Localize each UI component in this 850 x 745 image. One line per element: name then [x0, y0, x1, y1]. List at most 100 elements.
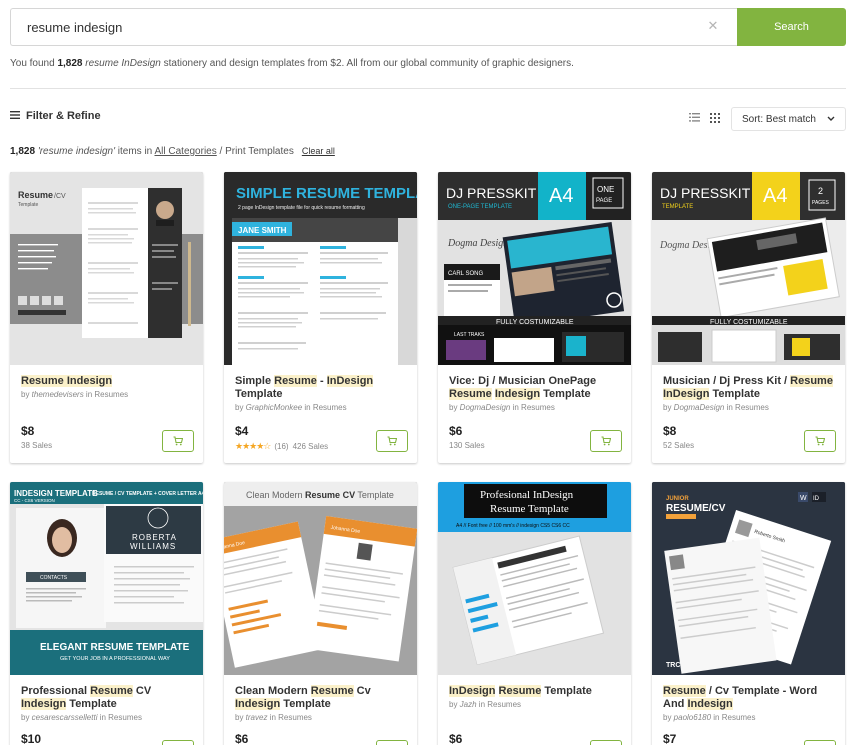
author-link[interactable]: cesarescarsselletti — [32, 713, 98, 722]
title-part: Vice: Dj / Musician OnePage — [449, 375, 597, 387]
sort-select[interactable]: Sort: Best match — [731, 107, 846, 131]
category-link[interactable]: Resumes — [278, 713, 312, 722]
product-title[interactable]: Musician / Dj Press Kit / Resume InDesig… — [663, 375, 834, 401]
category-link[interactable]: Resumes — [487, 700, 521, 709]
clear-all-link[interactable]: Clear all — [302, 146, 335, 156]
add-to-cart-button[interactable] — [376, 740, 408, 745]
product-thumbnail[interactable]: INDESIGN TEMPLATE RESUME / CV TEMPLATE +… — [10, 482, 203, 675]
by-label: by — [21, 713, 32, 722]
product-card[interactable]: DJ PRESSKIT ONE-PAGE TEMPLATE A4 ONE PAG… — [438, 172, 631, 463]
product-byline: by GraphicMonkee in Resumes — [235, 403, 406, 412]
add-to-cart-button[interactable] — [162, 430, 194, 452]
product-title[interactable]: Resume / Cv Template - Word And Indesign — [663, 685, 834, 711]
product-card[interactable]: SIMPLE RESUME TEMPLATE 2 page InDesign t… — [224, 172, 417, 463]
svg-text:TRC: TRC — [666, 662, 680, 669]
svg-text:LAST TRAKS: LAST TRAKS — [454, 332, 485, 338]
svg-text:CARL SONG: CARL SONG — [448, 271, 483, 277]
category-link[interactable]: Resumes — [735, 403, 769, 412]
grid-view-icon[interactable] — [710, 113, 721, 124]
author-link[interactable]: Jazh — [460, 700, 477, 709]
add-to-cart-button[interactable] — [804, 430, 836, 452]
category-link[interactable]: Resumes — [313, 403, 347, 412]
product-title[interactable]: Simple Resume - InDesign Template — [235, 375, 406, 401]
product-thumbnail[interactable]: JUNIOR RESUME/CV W ID Roberto Smith TRC — [652, 482, 845, 675]
product-price: $4 — [235, 424, 249, 438]
svg-text:RESUME / CV TEMPLATE + COVER L: RESUME / CV TEMPLATE + COVER LETTER A4 — [92, 491, 203, 497]
search-input[interactable] — [10, 8, 737, 46]
title-part: Resume — [449, 388, 492, 400]
in-label: in — [83, 390, 95, 399]
product-card[interactable]: Clean Modern Resume CV Template Johanna … — [224, 482, 417, 745]
svg-text:ROBERTA: ROBERTA — [132, 533, 177, 542]
product-card[interactable]: DJ PRESSKIT TEMPLATE A4 2 PAGES Dogma De… — [652, 172, 845, 463]
category-link[interactable]: Resumes — [94, 390, 128, 399]
by-label: by — [663, 713, 674, 722]
by-label: by — [449, 403, 460, 412]
title-part: Indesign — [687, 698, 733, 710]
product-title[interactable]: Professional Resume CV Indesign Template — [21, 685, 192, 711]
add-to-cart-button[interactable] — [162, 740, 194, 745]
svg-text:GET YOUR JOB IN A PROFESSIONAL: GET YOUR JOB IN A PROFESSIONAL WAY — [60, 656, 170, 662]
close-icon[interactable]: ✕ — [706, 19, 720, 33]
breadcrumb-all-categories-link[interactable]: All Categories — [154, 146, 216, 157]
list-view-icon[interactable] — [689, 113, 700, 124]
author-link[interactable]: paolo6180 — [674, 713, 711, 722]
category-link[interactable]: Resumes — [108, 713, 142, 722]
author-link[interactable]: themedevisers — [32, 390, 84, 399]
title-part: Template — [280, 698, 331, 710]
product-card[interactable]: INDESIGN TEMPLATE RESUME / CV TEMPLATE +… — [10, 482, 203, 745]
svg-text:ID: ID — [813, 496, 820, 502]
category-link[interactable]: Resumes — [521, 403, 555, 412]
svg-text:DJ PRESSKIT: DJ PRESSKIT — [446, 185, 537, 201]
product-title[interactable]: Clean Modern Resume Cv Indesign Template — [235, 685, 406, 711]
search-button[interactable]: Search — [737, 8, 846, 46]
product-thumbnail[interactable]: DJ PRESSKIT TEMPLATE A4 2 PAGES Dogma De… — [652, 172, 845, 365]
star-rating-icon: ★★★★☆ — [235, 441, 271, 451]
by-label: by — [235, 713, 246, 722]
title-part: Resume — [663, 685, 706, 697]
cart-icon — [173, 436, 183, 446]
cart-icon — [387, 436, 397, 446]
author-link[interactable]: DogmaDesign — [460, 403, 511, 412]
category-link[interactable]: Resumes — [722, 713, 756, 722]
by-label: by — [21, 390, 32, 399]
author-link[interactable]: travez — [246, 713, 268, 722]
author-link[interactable]: DogmaDesign — [674, 403, 725, 412]
svg-text:WILLIAMS: WILLIAMS — [130, 542, 176, 551]
product-sales: 52 Sales — [663, 441, 695, 450]
svg-text:Resume: Resume — [18, 190, 53, 200]
add-to-cart-button[interactable] — [376, 430, 408, 452]
product-thumbnail[interactable]: Resume /CV Template — [10, 172, 203, 365]
filter-refine-toggle[interactable]: Filter & Refine — [10, 110, 101, 122]
svg-text:A4: A4 — [549, 185, 573, 207]
product-thumbnail[interactable]: DJ PRESSKIT ONE-PAGE TEMPLATE A4 ONE PAG… — [438, 172, 631, 365]
product-thumbnail[interactable]: Profesional InDesign Resume Template A4 … — [438, 482, 631, 675]
in-label: in — [711, 713, 722, 722]
title-part: InDesign — [663, 388, 710, 400]
divider — [10, 88, 846, 89]
product-thumbnail[interactable]: Clean Modern Resume CV Template Johanna … — [224, 482, 417, 675]
product-title[interactable]: Vice: Dj / Musician OnePage Resume Indes… — [449, 375, 620, 401]
product-card[interactable]: JUNIOR RESUME/CV W ID Roberto Smith TRC … — [652, 482, 845, 745]
chevron-down-icon — [827, 114, 835, 125]
add-to-cart-button[interactable] — [804, 740, 836, 745]
svg-text:DJ PRESSKIT: DJ PRESSKIT — [660, 185, 751, 201]
product-thumbnail[interactable]: SIMPLE RESUME TEMPLATE 2 page InDesign t… — [224, 172, 417, 365]
add-to-cart-button[interactable] — [590, 430, 622, 452]
breadcrumb-query: 'resume indesign' — [37, 146, 116, 157]
add-to-cart-button[interactable] — [590, 740, 622, 745]
product-card[interactable]: Resume /CV Template Resume Indesign by t… — [10, 172, 203, 463]
author-link[interactable]: GraphicMonkee — [246, 403, 302, 412]
results-summary: You found 1,828 resume InDesign statione… — [10, 58, 574, 69]
product-title[interactable]: Resume Indesign — [21, 375, 192, 388]
svg-text:JANE SMITH: JANE SMITH — [238, 226, 287, 235]
product-card[interactable]: Profesional InDesign Resume Template A4 … — [438, 482, 631, 745]
summary-suffix: stationery and design templates from $2.… — [160, 58, 574, 69]
svg-text:W: W — [800, 495, 807, 502]
svg-text:ONE-PAGE TEMPLATE: ONE-PAGE TEMPLATE — [448, 204, 512, 210]
results-grid: Resume /CV Template Resume Indesign by t… — [10, 172, 846, 745]
product-title[interactable]: InDesign Resume Template — [449, 685, 620, 698]
svg-text:A4: A4 — [763, 185, 787, 207]
title-part: Simple — [235, 375, 275, 387]
rating-count: (16) — [274, 442, 289, 451]
